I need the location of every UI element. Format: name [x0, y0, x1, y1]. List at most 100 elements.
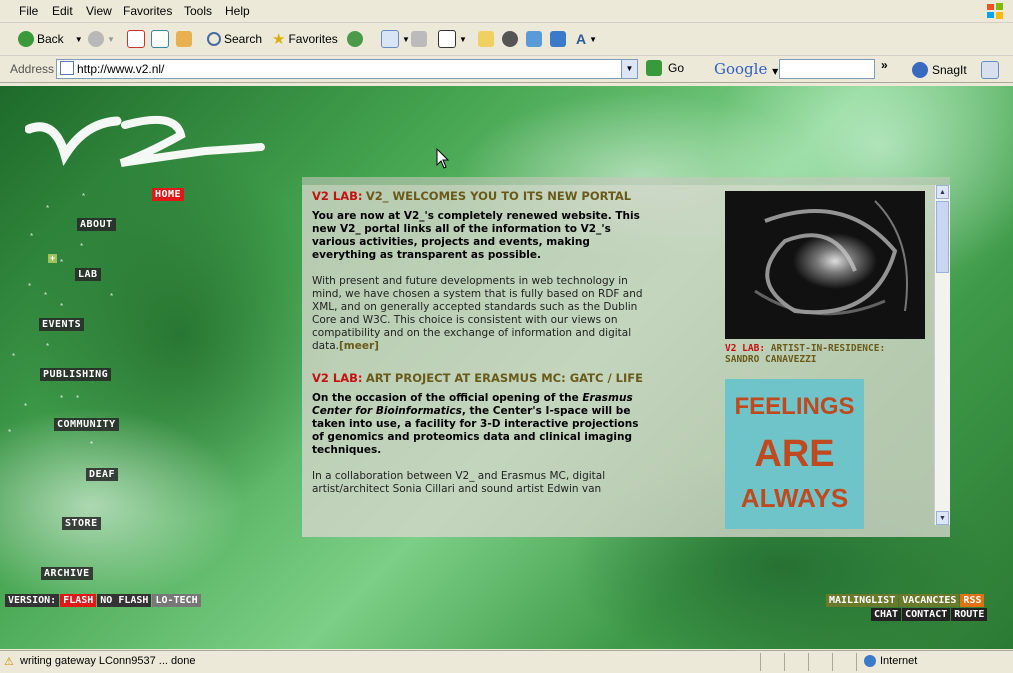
windows-logo-icon: [987, 3, 1003, 19]
scroll-up-button[interactable]: ▲: [936, 185, 949, 199]
plus-icon: +: [48, 253, 57, 263]
favorites-button[interactable]: ★ Favorites: [272, 30, 338, 48]
artist-caption[interactable]: V2 LAB: ARTIST-IN-RESIDENCE: SANDRO CANA…: [725, 343, 925, 365]
address-input[interactable]: http://www.v2.nl/ ▼: [56, 59, 638, 79]
toolbar: Back ▼ ▼ Search ★ Favorites ▼ ▼ A ▼: [0, 23, 1013, 56]
route-link[interactable]: ROUTE: [951, 608, 988, 621]
go-button[interactable]: Go: [646, 60, 684, 76]
font-button[interactable]: A ▼: [576, 30, 597, 48]
star-decoration: *: [60, 302, 64, 311]
feelings-poster[interactable]: FEELINGS ARE ALWAYS: [725, 379, 864, 529]
favorites-label: Favorites: [288, 32, 338, 46]
scroll-down-button[interactable]: ▼: [936, 511, 949, 525]
star-decoration: *: [8, 428, 12, 437]
article-1-heading[interactable]: V2 LAB: V2_ WELCOMES YOU TO ITS NEW PORT…: [312, 189, 652, 204]
nav-deaf[interactable]: DEAF: [86, 468, 119, 481]
font-a-icon: A: [576, 31, 587, 47]
panel-top-border: [302, 177, 950, 185]
version-flash-link[interactable]: FLASH: [60, 594, 97, 607]
search-button[interactable]: Search: [207, 30, 262, 48]
mailinglist-link[interactable]: MAILINGLIST: [826, 594, 899, 607]
menu-file[interactable]: File: [19, 4, 38, 18]
messenger-button[interactable]: [502, 30, 518, 48]
mail-button[interactable]: ▼: [381, 30, 410, 48]
google-toolbar-logo[interactable]: Google ▼: [714, 60, 778, 78]
address-bar: Address http://www.v2.nl/ ▼ Go Google ▼ …: [0, 56, 1013, 83]
notes-button[interactable]: [478, 30, 494, 48]
caption-prefix: V2 LAB:: [725, 343, 766, 354]
research-icon: [526, 31, 542, 47]
article-2-title: ART PROJECT AT ERASMUS MC: GATC / LIFE: [365, 371, 643, 385]
refresh-button[interactable]: [151, 30, 169, 48]
research-button[interactable]: [526, 30, 542, 48]
status-bar: ⚠ writing gateway LConn9537 ... done Int…: [0, 650, 1013, 673]
news-panel: V2 LAB: V2_ WELCOMES YOU TO ITS NEW PORT…: [302, 185, 950, 537]
capture-icon[interactable]: [980, 61, 999, 79]
star-decoration: *: [44, 291, 48, 300]
star-decoration: *: [12, 352, 16, 361]
window-button[interactable]: [550, 30, 566, 48]
vacancies-link[interactable]: VACANCIES: [899, 594, 960, 607]
print-button[interactable]: [411, 30, 427, 48]
home-button[interactable]: [176, 30, 192, 48]
nav-about[interactable]: ABOUT: [77, 218, 116, 231]
nav-community[interactable]: COMMUNITY: [54, 418, 119, 431]
stop-button[interactable]: [127, 30, 145, 48]
menu-favorites[interactable]: Favorites: [123, 4, 172, 18]
nav-lab[interactable]: LAB: [75, 268, 101, 281]
nav-store[interactable]: STORE: [62, 517, 101, 530]
menu-help[interactable]: Help: [225, 4, 250, 18]
rss-link[interactable]: RSS: [960, 594, 985, 607]
window-icon: [550, 31, 566, 47]
edit-button[interactable]: ▼: [438, 30, 467, 48]
version-bar: VERSION: FLASH NO FLASH LO-TECH: [5, 594, 201, 607]
home-icon: [176, 31, 192, 47]
address-url: http://www.v2.nl/: [77, 62, 165, 76]
star-decoration: *: [80, 242, 84, 251]
go-label: Go: [668, 61, 685, 75]
globe-icon: [864, 655, 876, 667]
article-1-body: With present and future developments in …: [312, 275, 652, 353]
snagit-button[interactable]: SnagIt: [912, 61, 999, 79]
chevron-down-icon: ▼: [74, 34, 83, 44]
v2-logo[interactable]: [25, 111, 265, 171]
menu-bar: File Edit View Favorites Tools Help: [0, 0, 1013, 23]
poster-word-1: FEELINGS: [734, 393, 855, 420]
chevron-right-icon[interactable]: »: [881, 58, 888, 72]
article-2-heading[interactable]: V2 LAB: ART PROJECT AT ERASMUS MC: GATC …: [312, 371, 652, 386]
nav-events[interactable]: EVENTS: [39, 318, 85, 331]
star-decoration: *: [82, 192, 86, 201]
forward-button[interactable]: ▼: [88, 30, 115, 48]
star-decoration: *: [46, 204, 50, 213]
menu-tools[interactable]: Tools: [184, 4, 212, 18]
messenger-icon: [502, 31, 518, 47]
article-1-title: V2_ WELCOMES YOU TO ITS NEW PORTAL: [365, 189, 632, 203]
chat-link[interactable]: CHAT: [871, 608, 902, 621]
status-divider: [856, 653, 857, 671]
article-1-more-link[interactable]: [meer]: [339, 340, 379, 352]
version-noflash-link[interactable]: NO FLASH: [97, 594, 152, 607]
nav-publishing[interactable]: PUBLISHING: [40, 368, 112, 381]
panel-scrollbar[interactable]: ▲ ▼: [934, 185, 950, 525]
star-decoration: *: [110, 292, 114, 301]
status-divider: [832, 653, 833, 671]
history-button[interactable]: [347, 30, 363, 48]
mouse-cursor-icon: [436, 148, 450, 169]
google-label: Google: [714, 60, 768, 78]
menu-view[interactable]: View: [86, 4, 112, 18]
status-divider: [808, 653, 809, 671]
scroll-thumb[interactable]: [936, 201, 949, 273]
version-lotech-link[interactable]: LO-TECH: [152, 594, 201, 607]
nav-archive[interactable]: ARCHIVE: [41, 567, 93, 580]
search-label: Search: [224, 32, 263, 46]
google-search-input[interactable]: [779, 59, 875, 79]
back-button[interactable]: Back ▼: [18, 30, 83, 48]
address-dropdown[interactable]: ▼: [621, 60, 637, 78]
contact-link[interactable]: CONTACT: [902, 608, 951, 621]
chevron-down-icon: ▼: [589, 34, 598, 44]
nav-home[interactable]: HOME: [152, 188, 185, 201]
word-icon: [438, 30, 456, 48]
artist-photo[interactable]: [725, 191, 925, 339]
chevron-down-icon: ▼: [402, 34, 410, 44]
menu-edit[interactable]: Edit: [52, 4, 73, 18]
